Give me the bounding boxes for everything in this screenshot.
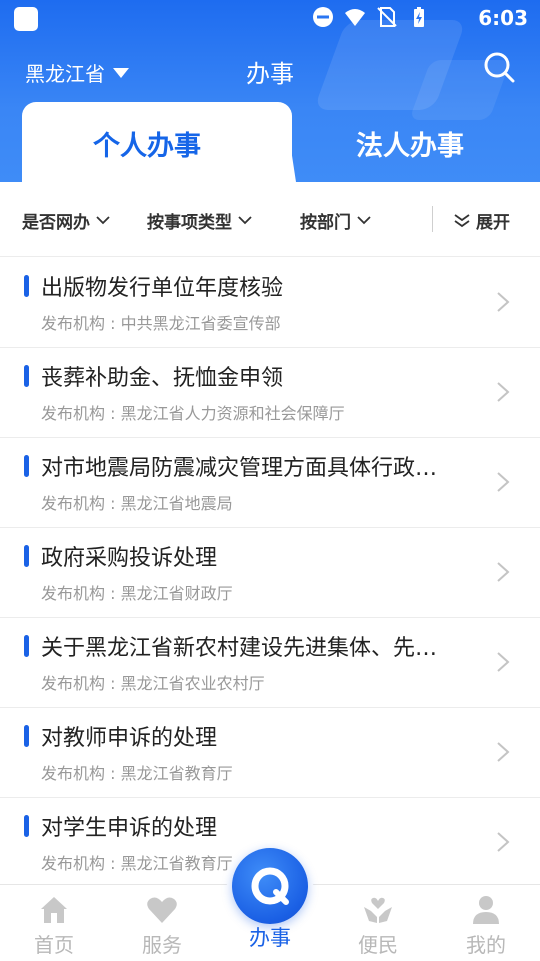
nav-affairs-label[interactable]: 办事 bbox=[232, 922, 308, 952]
tab-bar: 个人办事 法人办事 bbox=[0, 102, 540, 182]
nav-convenience-label: 便民 bbox=[358, 933, 398, 957]
item-marker bbox=[24, 725, 29, 747]
wifi-icon bbox=[345, 9, 365, 26]
item-title: 对市地震局防震减灾管理方面具体行政… bbox=[41, 456, 438, 481]
chevron-right-icon bbox=[497, 562, 510, 582]
list-item[interactable]: 对教师申诉的处理 发布机构 : 黑龙江省教育厅 bbox=[0, 708, 540, 798]
chevron-down-icon bbox=[96, 216, 110, 225]
item-marker bbox=[24, 455, 29, 477]
item-title: 对教师申诉的处理 bbox=[41, 726, 218, 751]
list-item[interactable]: 对市地震局防震减灾管理方面具体行政… 发布机构 : 黑龙江省地震局 bbox=[0, 438, 540, 528]
item-marker bbox=[24, 365, 29, 387]
expand-label: 展开 bbox=[476, 213, 510, 233]
filter-online[interactable]: 是否网办 bbox=[22, 208, 110, 233]
filter-bar: 是否网办 按事项类型 按部门 展开 bbox=[0, 182, 540, 257]
item-publisher: 发布机构 : 黑龙江省人力资源和社会保障厅 bbox=[41, 404, 345, 423]
expand-button[interactable]: 展开 bbox=[454, 208, 510, 233]
no-sim-icon bbox=[377, 7, 397, 27]
status-icons bbox=[312, 6, 430, 28]
hands-heart-icon bbox=[364, 897, 392, 923]
list-item[interactable]: 政府采购投诉处理 发布机构 : 黑龙江省财政厅 bbox=[0, 528, 540, 618]
tab-personal[interactable]: 个人办事 bbox=[22, 102, 296, 182]
chevron-right-icon bbox=[497, 832, 510, 852]
chevron-right-icon bbox=[497, 292, 510, 312]
item-publisher: 发布机构 : 黑龙江省农业农村厅 bbox=[41, 674, 265, 693]
item-publisher: 发布机构 : 中共黑龙江省委宣传部 bbox=[41, 314, 281, 333]
nav-affairs-button[interactable] bbox=[232, 848, 308, 924]
do-not-disturb-icon bbox=[313, 7, 333, 27]
item-marker bbox=[24, 545, 29, 567]
battery-charging-icon bbox=[414, 7, 424, 27]
filter-online-label: 是否网办 bbox=[22, 213, 90, 233]
item-title: 丧葬补助金、抚恤金申领 bbox=[41, 366, 284, 391]
item-title: 关于黑龙江省新农村建设先进集体、先… bbox=[41, 636, 438, 661]
item-marker bbox=[24, 275, 29, 297]
list-item[interactable]: 丧葬补助金、抚恤金申领 发布机构 : 黑龙江省人力资源和社会保障厅 bbox=[0, 348, 540, 438]
item-title: 出版物发行单位年度核验 bbox=[41, 276, 284, 301]
item-marker bbox=[24, 815, 29, 837]
double-chevron-down-icon bbox=[454, 213, 470, 227]
chevron-right-icon bbox=[497, 472, 510, 492]
nav-home-label: 首页 bbox=[34, 933, 74, 957]
nav-home[interactable]: 首页 bbox=[14, 893, 94, 958]
status-time: 6:03 bbox=[478, 6, 528, 30]
list-item[interactable]: 关于黑龙江省新农村建设先进集体、先… 发布机构 : 黑龙江省农业农村厅 bbox=[0, 618, 540, 708]
item-publisher: 发布机构 : 黑龙江省教育厅 bbox=[41, 764, 233, 783]
user-icon bbox=[473, 896, 499, 924]
item-publisher: 发布机构 : 黑龙江省教育厅 bbox=[41, 854, 233, 873]
item-publisher: 发布机构 : 黑龙江省财政厅 bbox=[41, 584, 233, 603]
nav-convenience[interactable]: 便民 bbox=[338, 893, 418, 958]
filter-type-label: 按事项类型 bbox=[147, 213, 232, 233]
nav-mine-label: 我的 bbox=[466, 933, 506, 957]
chevron-down-icon bbox=[357, 216, 371, 225]
page-title: 办事 bbox=[246, 60, 294, 88]
chevron-right-icon bbox=[497, 652, 510, 672]
filter-dept[interactable]: 按部门 bbox=[300, 208, 371, 233]
home-icon bbox=[41, 897, 67, 923]
nav-service[interactable]: 服务 bbox=[122, 893, 202, 958]
filter-divider bbox=[432, 206, 433, 232]
header: 6:03 黑龙江省 办事 个人办事 法人办事 bbox=[0, 0, 540, 182]
nav-service-label: 服务 bbox=[142, 933, 182, 957]
affairs-list: 出版物发行单位年度核验 发布机构 : 中共黑龙江省委宣传部 丧葬补助金、抚恤金申… bbox=[0, 258, 540, 888]
tab-legal[interactable]: 法人办事 bbox=[300, 124, 520, 163]
nav-bar: 黑龙江省 办事 bbox=[0, 44, 540, 98]
app-notification-icon bbox=[14, 7, 38, 31]
heart-icon bbox=[147, 897, 177, 923]
list-item[interactable]: 出版物发行单位年度核验 发布机构 : 中共黑龙江省委宣传部 bbox=[0, 258, 540, 348]
chevron-down-icon bbox=[238, 216, 252, 225]
status-bar: 6:03 bbox=[0, 0, 540, 36]
chevron-right-icon bbox=[497, 742, 510, 762]
item-title: 政府采购投诉处理 bbox=[41, 546, 218, 571]
chevron-right-icon bbox=[497, 382, 510, 402]
tab-personal-label: 个人办事 bbox=[93, 131, 201, 162]
filter-dept-label: 按部门 bbox=[300, 213, 351, 233]
item-publisher: 发布机构 : 黑龙江省地震局 bbox=[41, 494, 233, 513]
search-icon[interactable] bbox=[482, 50, 516, 84]
affairs-logo-icon bbox=[251, 867, 289, 905]
item-title: 对学生申诉的处理 bbox=[41, 816, 218, 841]
nav-mine[interactable]: 我的 bbox=[446, 893, 526, 958]
filter-type[interactable]: 按事项类型 bbox=[147, 208, 252, 233]
item-marker bbox=[24, 635, 29, 657]
